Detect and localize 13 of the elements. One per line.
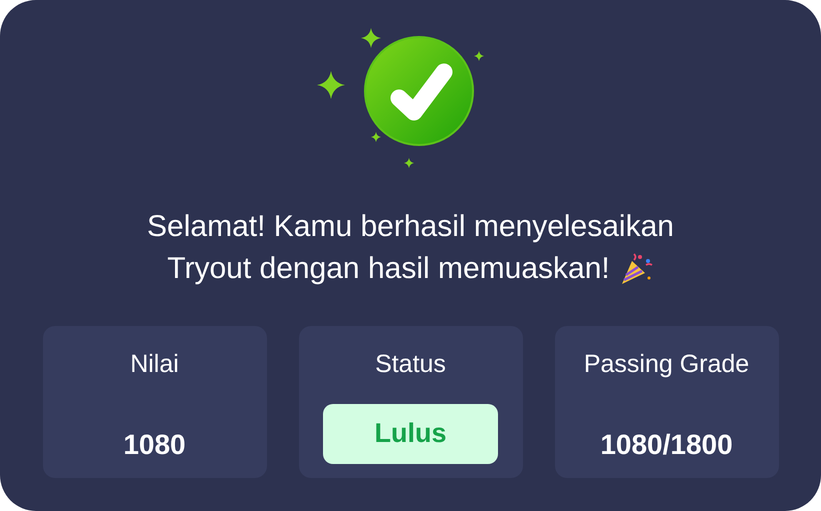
stat-label: Nilai <box>130 349 179 380</box>
stat-value: 1080/1800 <box>600 428 733 462</box>
status-badge: Lulus <box>323 404 498 464</box>
sparkle-icon <box>404 158 414 168</box>
stat-label: Passing Grade <box>584 349 750 380</box>
sparkle-icon <box>474 51 484 61</box>
stat-value: 1080 <box>123 428 186 462</box>
sparkle-icon <box>370 132 380 142</box>
sparkle-icon <box>316 71 344 99</box>
stat-label: Status <box>375 349 446 380</box>
sparkle-icon <box>360 28 380 48</box>
congratulation-text: Selamat! Kamu berhasil menyelesaikan <box>147 209 674 245</box>
congratulation-text: Tryout dengan hasil memuaskan! <box>167 251 610 287</box>
